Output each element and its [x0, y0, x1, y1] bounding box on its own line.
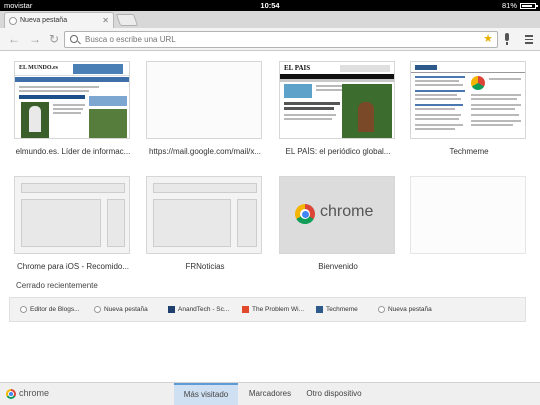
omnibox-input[interactable] — [85, 32, 465, 47]
tab-new-tab[interactable]: Nueva pestaña ✕ — [4, 12, 114, 28]
most-visited-tile-empty — [410, 176, 528, 262]
page-favicon-icon — [20, 306, 27, 313]
tab-strip: Nueva pestaña ✕ — [0, 11, 540, 28]
tile-label: Techmeme — [449, 147, 489, 156]
recently-closed-item[interactable]: AnandTech - Sc... — [168, 306, 229, 313]
recently-closed-item[interactable]: Techmeme — [316, 306, 358, 313]
menu-icon[interactable] — [525, 35, 533, 46]
page-favicon-icon — [94, 306, 101, 313]
toolbar: ← → ↻ ★ — [0, 28, 540, 51]
tile-label: FRNoticias — [185, 262, 225, 271]
most-visited-tile[interactable]: FRNoticias — [146, 176, 264, 271]
page-favicon-icon — [9, 16, 17, 25]
bottom-bar: chrome Más visitado Marcadores Otro disp… — [0, 382, 540, 405]
techmeme-favicon-icon — [316, 306, 323, 313]
close-tab-icon[interactable]: ✕ — [102, 16, 109, 25]
most-visited-tile[interactable]: https://mail.google.com/mail/x... — [146, 61, 264, 156]
page-thumbnail — [410, 61, 526, 139]
back-arrow-icon[interactable]: ← — [8, 32, 20, 46]
page-thumbnail — [146, 61, 262, 139]
ios-status-bar: movistar 10:54 81% — [0, 0, 540, 11]
page-thumbnail — [146, 176, 262, 254]
battery-icon — [520, 2, 538, 9]
tab-other-devices[interactable]: Otro dispositivo — [300, 383, 368, 405]
most-visited-tile[interactable]: EL PAIS EL PAÍS: el periódico global... — [279, 61, 397, 156]
chrome-logo-icon — [295, 204, 315, 224]
page-thumbnail: EL PAIS — [279, 61, 395, 139]
tab-bookmarks[interactable]: Marcadores — [242, 383, 298, 405]
recently-closed-item[interactable]: Nueva pestaña — [378, 306, 432, 313]
page-thumbnail — [14, 176, 130, 254]
bf-favicon-icon — [242, 306, 249, 313]
chrome-wordmark: chrome — [320, 203, 374, 220]
most-visited-tile[interactable]: Chrome para iOS - Recomido... — [14, 176, 132, 271]
tile-label: https://mail.google.com/mail/x... — [148, 147, 262, 156]
recently-closed-title: Cerrado recientemente — [16, 281, 98, 290]
chrome-brand-label: chrome — [19, 388, 50, 398]
page-thumbnail: chrome — [279, 176, 395, 254]
tab-most-visited[interactable]: Más visitado — [174, 383, 238, 405]
tile-label: Bienvenido — [318, 262, 358, 271]
clock: 10:54 — [260, 1, 280, 10]
recently-closed-item[interactable]: Editor de Blogs... — [20, 306, 80, 313]
reload-icon[interactable]: ↻ — [49, 32, 59, 46]
site-logo-text: EL MUNDO.es — [19, 65, 58, 71]
tab-title: Nueva pestaña — [20, 17, 68, 24]
battery-indicator: 81% — [501, 0, 538, 11]
battery-percent: 81% — [501, 1, 517, 10]
anandtech-favicon-icon — [168, 306, 175, 313]
omnibox[interactable]: ★ — [64, 31, 498, 48]
recently-closed-item[interactable]: Nueva pestaña — [94, 306, 148, 313]
most-visited-tile[interactable]: chrome Bienvenido — [279, 176, 397, 271]
tile-label: elmundo.es. Líder de informac... — [15, 147, 131, 156]
recently-closed-bar: Editor de Blogs... Nueva pestaña AnandTe… — [9, 297, 526, 322]
bookmark-star-icon[interactable]: ★ — [483, 33, 493, 46]
recently-closed-item[interactable]: The Problem Wi... — [242, 306, 304, 313]
most-visited-tile[interactable]: Techmeme — [410, 61, 528, 156]
most-visited-tile[interactable]: EL MUNDO.es elmundo.es. Líder de informa… — [14, 61, 132, 156]
chrome-logo-icon — [6, 389, 16, 399]
tile-label: Chrome para iOS - Recomido... — [16, 262, 130, 271]
page-thumbnail: EL MUNDO.es — [14, 61, 130, 139]
forward-arrow-icon[interactable]: → — [29, 32, 41, 46]
tile-label: EL PAÍS: el periódico global... — [285, 147, 391, 156]
site-logo-text: EL PAIS — [284, 64, 311, 72]
search-icon — [70, 35, 78, 43]
new-tab-button[interactable] — [115, 14, 139, 26]
page-favicon-icon — [378, 306, 385, 313]
microphone-icon[interactable] — [504, 33, 510, 45]
page-thumbnail — [410, 176, 526, 254]
